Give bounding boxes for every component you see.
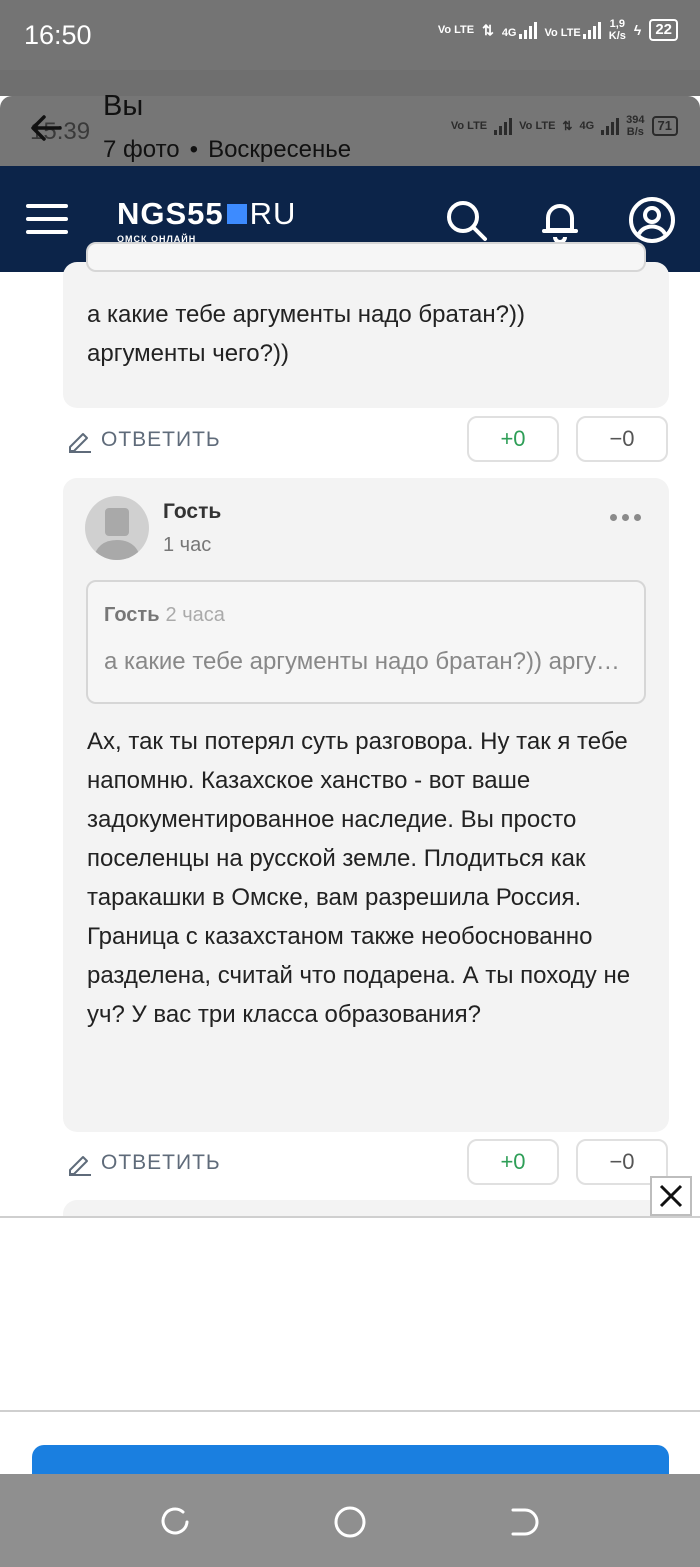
bell-icon[interactable]: [536, 196, 584, 244]
quote-text: а какие тебе аргументы надо братан?)) ар…: [104, 648, 634, 675]
reply-label: ОТВЕТИТЬ: [101, 428, 221, 451]
pencil-icon: [69, 433, 91, 453]
sim2-signal-icon: Vo LTE: [545, 21, 601, 39]
inner-arrows-icon: ⇅: [562, 119, 573, 133]
comment-card: а какие тебе аргументы надо братан?)) ар…: [63, 242, 669, 408]
ad-banner[interactable]: [0, 1216, 700, 1412]
inner-sim2-icon: Vo LTE: [519, 119, 556, 132]
reply-label: ОТВЕТИТЬ: [101, 1151, 221, 1174]
separator-dot: •: [189, 136, 199, 163]
quoted-comment[interactable]: Гость 2 часа а какие тебе аргументы надо …: [86, 580, 646, 704]
inner-battery-icon: 71: [651, 116, 678, 136]
comment-actions: ОТВЕТИТЬ +0 −0: [63, 416, 669, 464]
system-status-bar: 16:50 Vo LTE ⇅ 4G Vo LTE 1,9 K/s ϟ 22: [0, 0, 700, 70]
recent-apps-icon[interactable]: [157, 1504, 193, 1540]
status-time: 16:50: [24, 20, 92, 50]
close-icon[interactable]: [650, 1176, 692, 1216]
inner-bars-icon: [494, 117, 513, 135]
back-icon[interactable]: [507, 1504, 543, 1540]
upvote-button[interactable]: +0: [467, 416, 559, 462]
gallery-date: Воскресенье: [208, 136, 352, 163]
comment-card: Гость 1 час Гость 2 часа а какие тебе арг…: [63, 478, 669, 1132]
inner-status-icons: Vo LTE Vo LTE ⇅ 4G 394 B/s 71: [451, 114, 678, 138]
comment-body: а какие тебе аргументы надо братан?)) ар…: [87, 301, 525, 367]
inner-net-type: 4G: [579, 119, 595, 132]
upvote-button[interactable]: +0: [467, 1139, 559, 1185]
network-speed: 1,9 K/s: [608, 18, 626, 42]
inner-bars2-icon: [601, 117, 620, 135]
downvote-button[interactable]: −0: [576, 416, 668, 462]
site-logo[interactable]: NGS55 RU ОМСК ОНЛАЙН: [117, 196, 296, 244]
comment-time: 1 час: [163, 534, 212, 556]
inner-sim1-icon: Vo LTE: [450, 119, 488, 132]
data-arrows-icon: ⇅: [482, 21, 494, 38]
sim1-signal-icon: Vo LTE: [437, 23, 475, 36]
gallery-subtitle: 7 фото • Воскресенье: [103, 136, 351, 164]
reply-button[interactable]: ОТВЕТИТЬ: [65, 1149, 221, 1177]
quote-time: 2 часа: [165, 604, 225, 626]
battery-icon: 22: [649, 19, 678, 41]
photo-count: 7 фото: [103, 136, 180, 163]
more-options-icon[interactable]: [610, 514, 641, 521]
back-arrow-icon[interactable]: [26, 108, 66, 157]
reply-button[interactable]: ОТВЕТИТЬ: [65, 426, 221, 454]
comment-actions: ОТВЕТИТЬ +0 −0: [63, 1139, 669, 1187]
status-icons: Vo LTE ⇅ 4G Vo LTE 1,9 K/s ϟ 22: [438, 18, 678, 42]
avatar: [85, 496, 149, 560]
inner-speed: 394 B/s: [626, 114, 645, 138]
quoted-comment: [86, 242, 646, 272]
hamburger-icon[interactable]: [26, 204, 68, 243]
gallery-header: 15:39 Вы 7 фото • Воскресенье Vo LTE Vo LT…: [0, 90, 700, 166]
user-avatar-icon: [93, 508, 141, 560]
sim1-bars-icon: 4G: [502, 21, 537, 39]
comment-body: Ах, так ты потерял суть разговора. Ну та…: [87, 728, 631, 1028]
pencil-icon: [69, 1156, 91, 1176]
charging-icon: ϟ: [633, 22, 642, 38]
home-icon[interactable]: [332, 1504, 368, 1540]
comment-author[interactable]: Гость: [163, 500, 221, 524]
logo-square: [226, 204, 247, 224]
system-navigation-bar: [0, 1474, 700, 1567]
gallery-title: Вы: [103, 90, 144, 122]
search-icon[interactable]: [442, 196, 490, 244]
user-icon[interactable]: [628, 196, 676, 244]
quote-author: Гость 2 часа: [104, 604, 225, 626]
